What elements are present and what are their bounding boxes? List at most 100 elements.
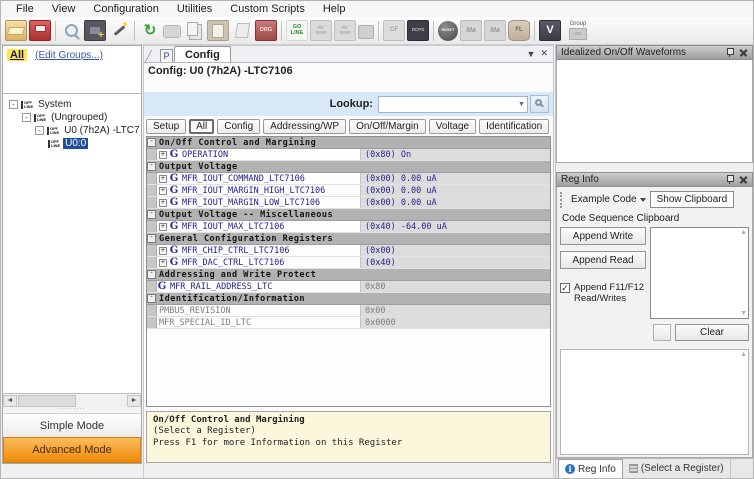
copy-icon[interactable] [183, 20, 205, 41]
all-groups-button[interactable]: All [7, 49, 27, 61]
table-row[interactable]: MFR_IOUT_COMMAND_LTC7106 (0x00) 0.00 uA [147, 173, 550, 185]
close-icon[interactable] [740, 176, 748, 184]
fl-icon[interactable]: FL [508, 20, 530, 41]
register-value[interactable]: (0x00) 0.00 uA [360, 197, 550, 208]
table-row[interactable]: MFR_SPECIAL_ID_LTC 0x0000 [147, 317, 550, 329]
filter-button[interactable]: On/Off/Margin [349, 119, 426, 134]
ram-to-pc-icon[interactable]: PC RAM [334, 20, 356, 41]
append-f11-f12-checkbox[interactable]: Append F11/F12 Read/Writes [560, 283, 646, 305]
toolbar-separator[interactable] [433, 21, 434, 41]
table-row[interactable]: MFR_IOUT_MAX_LTC7106 (0x40) -64.00 uA [147, 221, 550, 233]
lookup-combobox[interactable]: ▼ [378, 96, 528, 113]
scroll-left-icon[interactable]: ◄ [3, 395, 17, 407]
table-row[interactable]: Output Voltage [147, 161, 550, 173]
add-snapshot-icon[interactable] [84, 20, 106, 41]
scroll-up-icon[interactable]: ▲ [740, 351, 747, 358]
sync-icon[interactable] [139, 20, 161, 41]
expand-icon[interactable] [159, 151, 167, 159]
show-clipboard-button[interactable]: Show Clipboard [650, 191, 735, 208]
pc-to-ram-icon[interactable]: PC RAM [310, 20, 332, 41]
code-clipboard-textarea[interactable]: ▲ ▼ [650, 227, 749, 319]
keypad-icon[interactable] [358, 25, 374, 39]
scroll-up-icon[interactable]: ▲ [740, 229, 747, 236]
toolbar-separator[interactable] [134, 21, 135, 41]
tree-horizontal-scrollbar[interactable]: ◄ ► [3, 393, 141, 407]
compare-icon[interactable] [231, 20, 253, 41]
open-file-icon[interactable] [5, 20, 27, 41]
tab-config[interactable]: Config [174, 46, 231, 62]
filter-button[interactable]: Setup [146, 119, 186, 134]
group-icon[interactable]: Group [563, 20, 593, 41]
register-value[interactable]: (0x00) 0.00 uA [360, 185, 550, 196]
filter-button[interactable]: Identification [479, 119, 549, 134]
expand-icon[interactable] [159, 199, 167, 207]
simple-mode-button[interactable]: Simple Mode [3, 413, 141, 437]
register-value[interactable]: (0x00) [360, 245, 550, 256]
pin-icon[interactable] [726, 48, 734, 57]
toolbar-grip[interactable] [560, 192, 564, 208]
append-write-button[interactable]: Append Write [560, 227, 646, 245]
toolbar-separator[interactable] [55, 21, 56, 41]
unlabeled-button[interactable] [653, 324, 671, 341]
table-row[interactable]: MFR_DAC_CTRL_LTC7106 (0x40) [147, 257, 550, 269]
reg-info-dock-header[interactable]: Reg Info [556, 172, 753, 187]
filter-button[interactable]: Config [217, 119, 260, 134]
waveforms-dock-header[interactable]: Idealized On/Off Waveforms [556, 45, 753, 60]
register-value[interactable]: (0x80) On [360, 149, 550, 160]
reset-icon[interactable]: RESET [438, 21, 458, 41]
v-icon[interactable]: V [539, 20, 561, 41]
clear-button[interactable]: Clear [675, 324, 749, 341]
lookup-input[interactable] [379, 99, 516, 110]
expand-icon[interactable] [159, 223, 167, 231]
tab-pmbus[interactable]: P [160, 49, 173, 62]
comment-icon[interactable] [163, 25, 181, 38]
go-online-icon[interactable]: GO LINE [286, 20, 308, 41]
table-row[interactable]: General Configuration Registers [147, 233, 550, 245]
example-code-area[interactable]: ▲ [560, 349, 749, 455]
tree-expander-icon[interactable] [9, 100, 18, 109]
table-row[interactable]: MFR_IOUT_MARGIN_LOW_LTC7106 (0x00) 0.00 … [147, 197, 550, 209]
expand-icon[interactable] [159, 175, 167, 183]
table-row[interactable]: Addressing and Write Protect [147, 269, 550, 281]
menu-item[interactable]: View [43, 2, 85, 16]
paste-icon[interactable] [207, 20, 229, 41]
expand-icon[interactable] [159, 259, 167, 267]
dcps-icon[interactable]: DCPS [407, 20, 429, 41]
checkbox-checked-icon[interactable] [560, 283, 570, 293]
filter-button[interactable]: Voltage [429, 119, 476, 134]
drg-icon[interactable]: DRG [255, 20, 277, 41]
tree-node[interactable]: OFFLINE (Ungrouped) [22, 111, 141, 124]
menu-item[interactable]: Help [314, 2, 355, 16]
tab-select-register[interactable]: (Select a Register) [623, 459, 731, 478]
save-icon[interactable] [29, 20, 51, 41]
table-row[interactable]: MFR_RAIL_ADDRESS_LTC 0x80 [147, 281, 550, 293]
register-value[interactable]: (0x40) -64.00 uA [360, 221, 550, 232]
menu-item[interactable]: File [7, 2, 43, 16]
toolbar-separator[interactable] [378, 21, 379, 41]
table-row[interactable]: Output Voltage -- Miscellaneous [147, 209, 550, 221]
table-row[interactable]: On/Off Control and Margining [147, 137, 550, 149]
menu-item[interactable]: Custom Scripts [221, 2, 314, 16]
register-value[interactable]: 0x80 [360, 281, 550, 292]
tree-node[interactable]: OFFLINE System [9, 98, 141, 111]
tab-close-icon[interactable]: ✕ [540, 48, 553, 62]
tree-node[interactable]: OFFLINE U0:0 [48, 137, 141, 150]
append-read-button[interactable]: Append Read [560, 251, 646, 269]
table-row[interactable]: MFR_CHIP_CTRL_LTC7106 (0x00) [147, 245, 550, 257]
register-value[interactable]: (0x40) [360, 257, 550, 268]
scroll-right-icon[interactable]: ► [127, 395, 141, 407]
advanced-mode-button[interactable]: Advanced Mode [3, 437, 141, 463]
tree-expander-icon[interactable] [22, 113, 31, 122]
menu-item[interactable]: Utilities [168, 2, 221, 16]
table-row[interactable]: MFR_IOUT_MARGIN_HIGH_LTC7106 (0x00) 0.00… [147, 185, 550, 197]
close-icon[interactable] [740, 49, 748, 57]
expand-icon[interactable] [159, 247, 167, 255]
example-code-dropdown[interactable]: Example Code [567, 192, 650, 207]
toolbar-separator[interactable] [534, 21, 535, 41]
tab-reg-info[interactable]: Reg Info [558, 459, 623, 478]
margin-high-icon[interactable]: Ma [460, 20, 482, 41]
expand-icon[interactable] [159, 187, 167, 195]
menu-item[interactable]: Configuration [84, 2, 167, 16]
table-row[interactable]: PMBUS_REVISION 0x00 [147, 305, 550, 317]
scroll-down-icon[interactable]: ▼ [740, 310, 747, 317]
